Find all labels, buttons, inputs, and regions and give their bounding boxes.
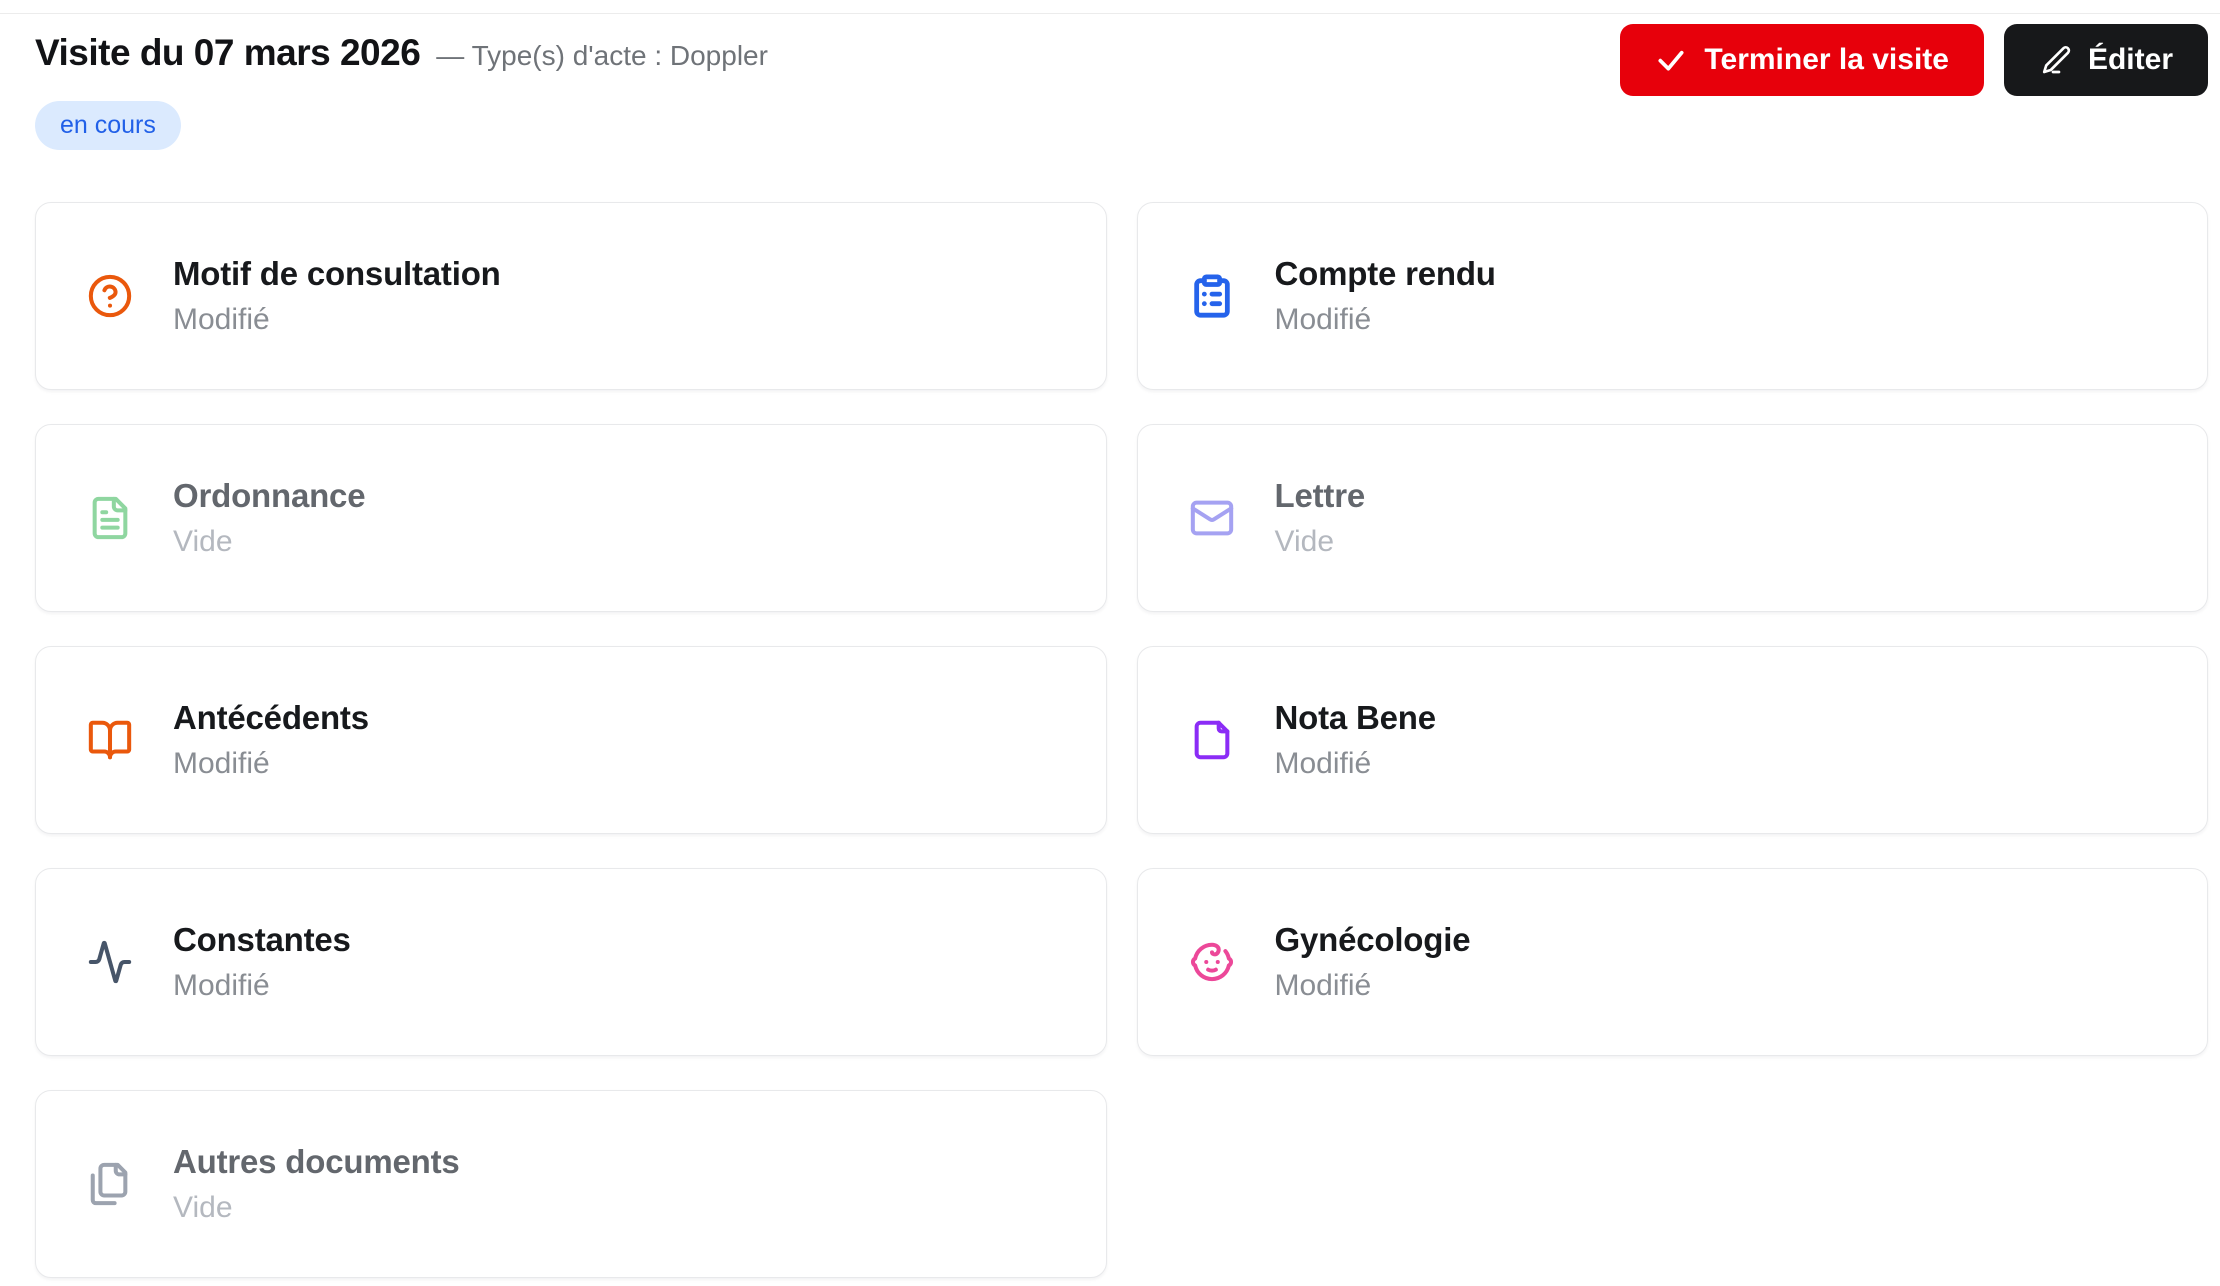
card-status: Modifié	[1274, 747, 1372, 780]
visit-header: Visite du 07 mars 2026 — Type(s) d'acte …	[35, 24, 2208, 150]
card-text: Antécédents Modifié	[173, 699, 369, 781]
circle-help-icon	[87, 273, 133, 319]
card-ordonnance[interactable]: Ordonnance Vide	[35, 424, 1107, 612]
edit-label: Éditer	[2087, 43, 2173, 76]
finish-visit-button[interactable]: Terminer la visite	[1620, 24, 1984, 96]
card-status: Vide	[173, 525, 233, 558]
header-actions: Terminer la visite Éditer	[1620, 24, 2208, 96]
card-nota-bene[interactable]: Nota Bene Modifié	[1136, 646, 2208, 834]
visit-title-row: Visite du 07 mars 2026 — Type(s) d'acte …	[35, 24, 768, 74]
card-status: Modifié	[1274, 303, 1372, 336]
card-title: Nota Bene	[1274, 699, 1437, 736]
finish-visit-label: Terminer la visite	[1704, 43, 1949, 76]
card-lettre[interactable]: Lettre Vide	[1136, 424, 2208, 612]
card-title: Ordonnance	[173, 477, 366, 514]
book-open-icon	[87, 717, 133, 763]
card-constantes[interactable]: Constantes Modifié	[35, 868, 1107, 1056]
card-title: Lettre	[1274, 477, 1366, 514]
card-text: Gynécologie Modifié	[1275, 921, 1471, 1003]
card-title: Motif de consultation	[173, 255, 501, 292]
clipboard-list-icon	[1189, 273, 1235, 319]
top-divider	[0, 13, 2220, 14]
card-status: Modifié	[173, 969, 270, 1002]
status-badge: en cours	[35, 101, 181, 150]
note-icon	[1189, 717, 1235, 763]
card-text: Compte rendu Modifié	[1275, 255, 1496, 337]
card-text: Autres documents Vide	[173, 1143, 460, 1225]
pen-line-icon	[2039, 44, 2071, 76]
files-icon	[87, 1161, 133, 1207]
card-text: Nota Bene Modifié	[1274, 699, 1437, 781]
visit-act-type: — Type(s) d'acte : Doppler	[436, 40, 768, 71]
visit-sections-grid: Motif de consultation Modifié Compte rendu…	[35, 202, 2208, 1278]
card-text: Lettre Vide	[1275, 477, 1366, 559]
card-compte-rendu[interactable]: Compte rendu Modifié	[1136, 202, 2208, 390]
card-autres-documents[interactable]: Autres documents Vide	[35, 1090, 1107, 1278]
card-status: Vide	[173, 1191, 233, 1224]
card-title: Autres documents	[173, 1143, 460, 1180]
card-text: Motif de consultation Modifié	[173, 255, 501, 337]
visit-page: Visite du 07 mars 2026 — Type(s) d'acte …	[0, 0, 2220, 1286]
card-title: Antécédents	[173, 699, 369, 736]
card-title: Gynécologie	[1274, 921, 1471, 958]
card-text: Constantes Modifié	[173, 921, 351, 1003]
card-status: Modifié	[173, 747, 270, 780]
card-gynecologie[interactable]: Gynécologie Modifié	[1136, 868, 2208, 1056]
card-motif-de-consultation[interactable]: Motif de consultation Modifié	[35, 202, 1107, 390]
card-status: Modifié	[173, 303, 270, 336]
card-text: Ordonnance Vide	[173, 477, 366, 559]
card-title: Compte rendu	[1274, 255, 1496, 292]
card-antecedents[interactable]: Antécédents Modifié	[35, 646, 1107, 834]
edit-button[interactable]: Éditer	[2003, 24, 2208, 96]
page-title: Visite du 07 mars 2026	[35, 32, 421, 73]
card-status: Vide	[1274, 525, 1335, 558]
activity-icon	[87, 939, 133, 985]
baby-icon	[1189, 939, 1235, 985]
card-status: Modifié	[1274, 969, 1372, 1002]
card-title: Constantes	[173, 921, 351, 958]
check-icon	[1655, 44, 1687, 76]
mail-icon	[1189, 495, 1235, 541]
file-text-icon	[87, 495, 133, 541]
